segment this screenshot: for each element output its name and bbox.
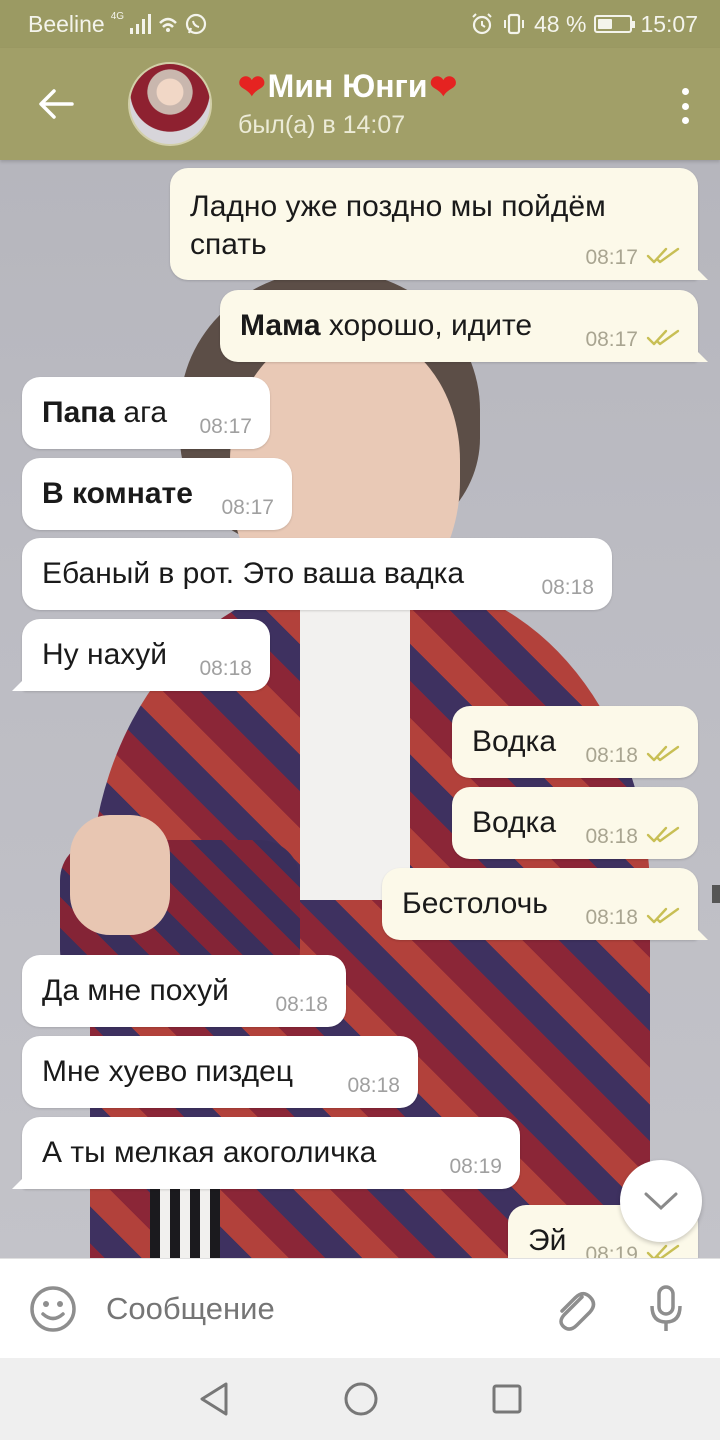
message-time: 08:17 <box>221 496 274 519</box>
status-bar: Beeline 4G 48 % 15:07 <box>0 0 720 48</box>
emoji-button[interactable] <box>0 1285 106 1333</box>
status-time: 15:07 <box>640 10 698 37</box>
message-text: Да мне похуй <box>42 974 229 1007</box>
read-check-icon <box>646 825 680 849</box>
vibrate-icon <box>504 13 524 35</box>
nav-recents-icon[interactable] <box>491 1383 523 1415</box>
message-time: 08:18 <box>585 744 638 767</box>
message-sender: Папа <box>42 396 116 429</box>
scroll-to-bottom-button[interactable] <box>620 1160 702 1242</box>
message-bubble-incoming[interactable]: Ебаный в рот. Это ваша вадка 08:18 <box>22 538 612 610</box>
message-time: 08:18 <box>585 906 638 929</box>
more-vertical-icon <box>681 88 689 95</box>
more-menu-button[interactable] <box>680 88 690 124</box>
message-sender: В комнате <box>42 477 193 510</box>
wallpaper-photo <box>300 610 410 900</box>
message-bubble-outgoing[interactable]: Ладно уже поздно мы пойдём спать 08:17 <box>170 168 708 280</box>
whatsapp-icon <box>185 13 207 35</box>
message-bubble-outgoing[interactable]: Мама хорошо, идите 08:17 <box>220 290 708 362</box>
message-bubble-incoming[interactable]: В комнате 08:17 <box>22 458 292 530</box>
message-sender: Мама <box>240 309 321 342</box>
message-text: Ебаный в рот. Это ваша вадка <box>42 557 465 590</box>
message-time: 08:17 <box>585 246 638 269</box>
message-text: Мама хорошо, идите <box>240 309 533 342</box>
scrollbar-thumb[interactable] <box>712 885 720 903</box>
battery-percent: 48 % <box>534 10 587 37</box>
message-time: 08:17 <box>199 415 252 438</box>
emoji-icon <box>30 1285 76 1332</box>
message-bubble-incoming[interactable]: А ты мелкая акоголичка 08:19 <box>12 1117 520 1189</box>
battery-icon <box>594 15 636 33</box>
alarm-icon <box>472 13 492 35</box>
message-text: В комнате <box>42 477 193 511</box>
heart-icon: ❤ <box>429 68 458 105</box>
system-nav-bar <box>0 1358 720 1440</box>
message-composer <box>0 1258 720 1358</box>
message-meta: 08:18 <box>585 825 680 849</box>
message-time: 08:18 <box>585 825 638 848</box>
network-label: 4G <box>110 10 125 22</box>
read-check-icon <box>646 744 680 768</box>
read-check-icon <box>646 246 680 270</box>
chat-header: ❤ Мин Юнги ❤ был(а) в 14:07 <box>0 48 720 160</box>
mic-icon <box>650 1284 682 1331</box>
signal-icon <box>130 14 152 34</box>
attach-button[interactable] <box>544 1285 604 1333</box>
wifi-icon <box>159 17 177 32</box>
heart-icon: ❤ <box>238 68 266 105</box>
message-bubble-incoming[interactable]: Да мне похуй 08:18 <box>22 955 346 1027</box>
message-text: Бестолочь <box>402 887 548 920</box>
wallpaper-photo <box>70 815 170 935</box>
message-text: Водка <box>472 725 557 758</box>
message-meta: 08:18 <box>585 744 680 768</box>
attach-icon <box>559 1291 596 1331</box>
message-meta: 08:19 <box>585 1243 680 1258</box>
chat-area[interactable]: Ладно уже поздно мы пойдём спать 08:17 М… <box>0 160 720 1258</box>
message-time: 08:19 <box>449 1155 502 1178</box>
message-time: 08:18 <box>541 576 594 599</box>
message-time: 08:18 <box>199 657 252 680</box>
carrier-label: Beeline <box>28 10 105 37</box>
contact-name: Мин Юнги <box>267 68 428 104</box>
avatar[interactable] <box>128 62 212 146</box>
read-check-icon <box>646 328 680 352</box>
message-text: Водка <box>472 806 557 839</box>
message-bubble-incoming[interactable]: Ну нахуй 08:18 <box>12 619 270 691</box>
message-bubble-outgoing[interactable]: Водка 08:18 <box>452 787 698 859</box>
message-bubble-incoming[interactable]: Папа ага 08:17 <box>22 377 270 449</box>
read-check-icon <box>646 906 680 930</box>
message-time: 08:17 <box>585 328 638 351</box>
message-text: Мне хуево пиздец <box>42 1055 294 1088</box>
read-check-icon <box>646 1243 680 1258</box>
nav-back-icon[interactable] <box>197 1381 231 1417</box>
message-bubble-outgoing[interactable]: Бестолочь 08:18 <box>382 868 708 940</box>
message-time: 08:18 <box>275 993 328 1016</box>
chevron-down-icon <box>644 1192 678 1211</box>
back-arrow-icon <box>39 89 74 119</box>
message-bubble-incoming[interactable]: Мне хуево пиздец 08:18 <box>22 1036 418 1108</box>
chat-title-block[interactable]: ❤ Мин Юнги ❤ был(а) в 14:07 <box>238 68 457 140</box>
chat-title: ❤ Мин Юнги ❤ <box>238 68 457 105</box>
message-text: Папа ага <box>42 396 168 429</box>
message-input[interactable] <box>106 1290 544 1327</box>
voice-record-button[interactable] <box>636 1284 696 1334</box>
message-bubble-outgoing[interactable]: Водка 08:18 <box>452 706 698 778</box>
back-button[interactable] <box>0 48 112 160</box>
message-meta: 08:17 <box>585 328 680 352</box>
nav-home-icon[interactable] <box>343 1381 379 1417</box>
message-text: Эй <box>528 1224 567 1257</box>
last-seen-status: был(а) в 14:07 <box>238 111 406 139</box>
message-meta: 08:17 <box>585 246 680 270</box>
message-time: 08:18 <box>347 1074 400 1097</box>
message-meta: 08:18 <box>585 906 680 930</box>
message-text: Ну нахуй <box>42 638 168 671</box>
message-time: 08:19 <box>585 1243 638 1258</box>
message-text: А ты мелкая акоголичка <box>42 1136 377 1169</box>
